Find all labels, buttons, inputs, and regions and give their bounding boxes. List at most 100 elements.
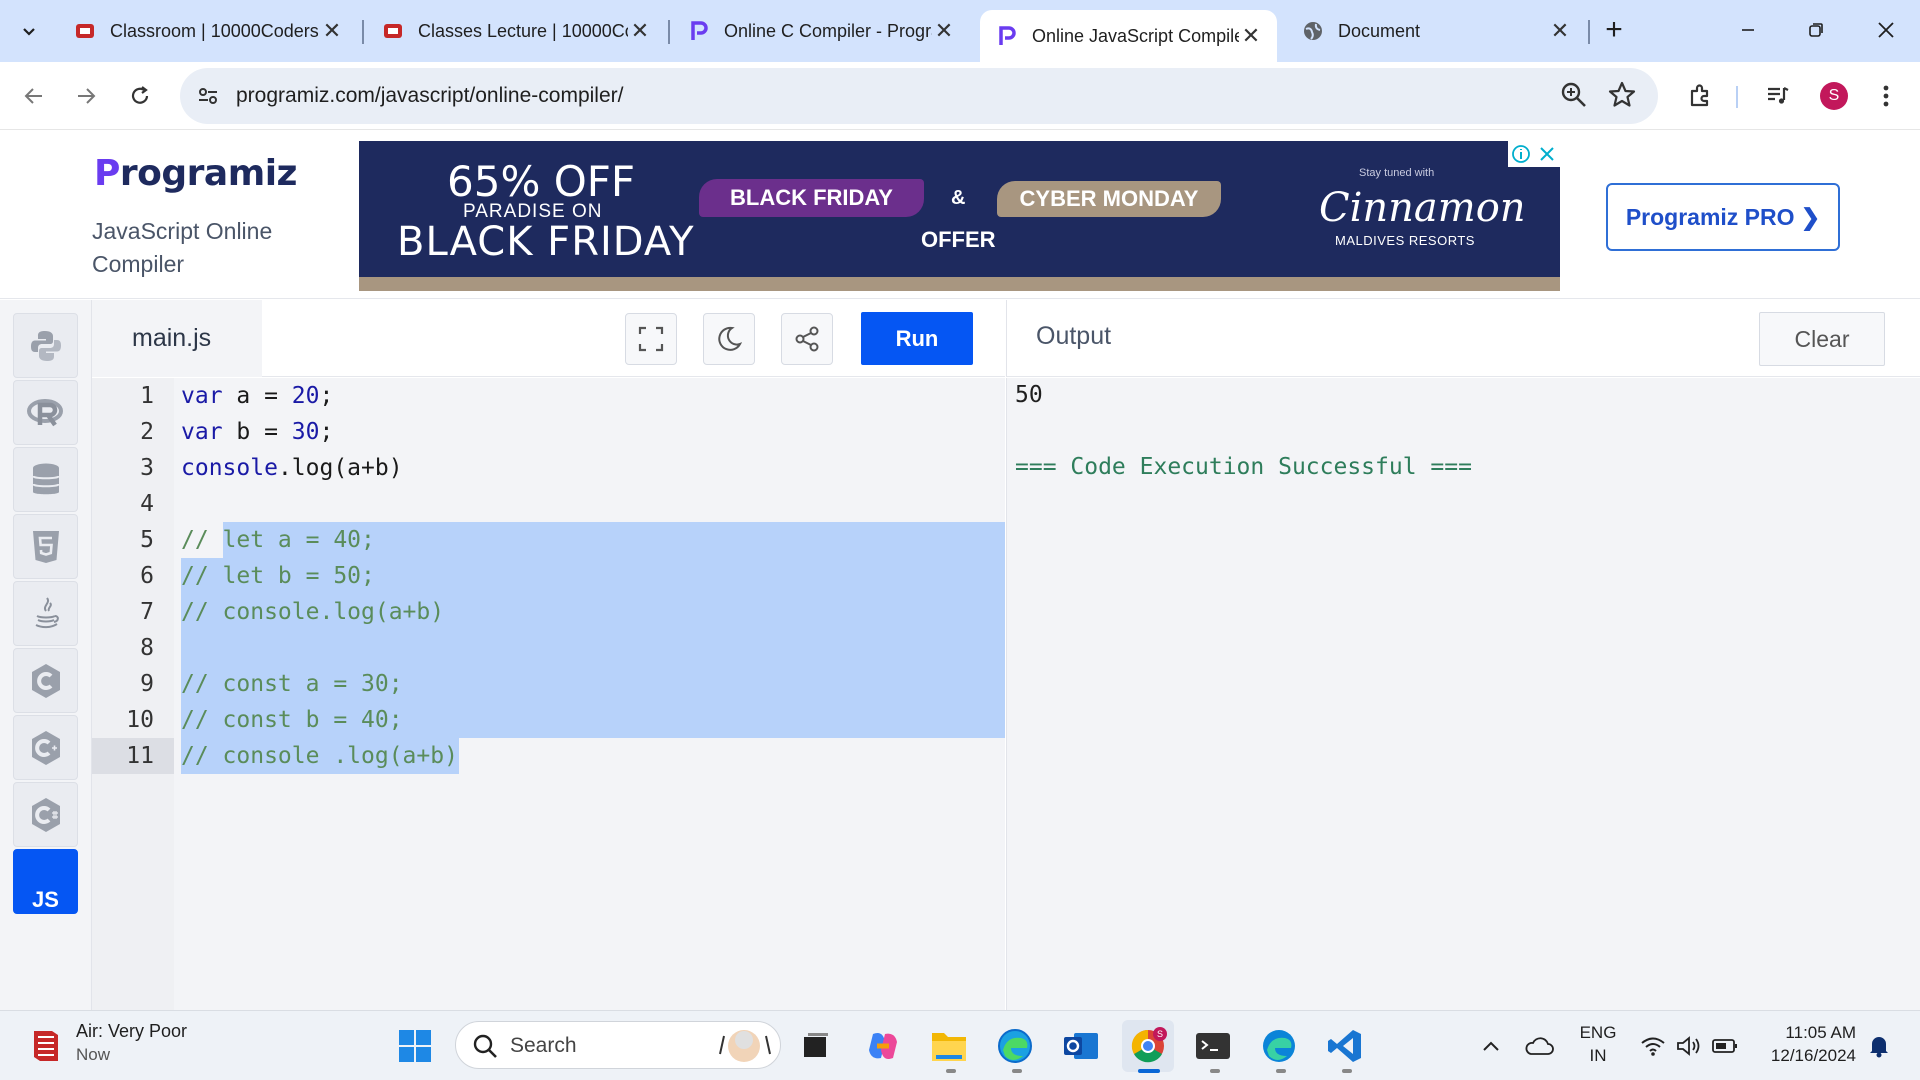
lang-python[interactable] <box>13 313 78 378</box>
clear-button[interactable]: Clear <box>1759 312 1885 366</box>
tab-close-icon[interactable]: ✕ <box>932 19 956 43</box>
speaker-icon <box>1677 1036 1700 1056</box>
minimize-button[interactable] <box>1728 14 1768 46</box>
new-tab-button[interactable]: + <box>1597 14 1631 48</box>
chrome-app[interactable]: S <box>1122 1020 1174 1072</box>
active-indicator <box>1138 1069 1160 1073</box>
fullscreen-button[interactable] <box>625 313 677 365</box>
lang-c[interactable] <box>13 648 78 713</box>
ad-info-icon[interactable] <box>1508 141 1534 167</box>
terminal-app[interactable] <box>1192 1025 1234 1067</box>
browser-tab-document[interactable]: Document ✕ <box>1286 10 1586 52</box>
task-view-icon <box>804 1033 828 1057</box>
site-info-icon[interactable] <box>194 82 222 110</box>
chevron-up-icon <box>1483 1041 1499 1051</box>
vscode-app[interactable] <box>1324 1025 1366 1067</box>
battery-icon <box>1712 1039 1737 1053</box>
tab-close-icon[interactable]: ✕ <box>1239 24 1263 48</box>
c-lang-icon <box>31 663 60 698</box>
start-button[interactable] <box>394 1025 436 1067</box>
more-vert-icon <box>1883 85 1889 107</box>
lang-java[interactable] <box>13 581 78 646</box>
ad-close-icon[interactable] <box>1534 141 1560 167</box>
lang-csharp[interactable] <box>13 782 78 847</box>
moon-icon <box>718 326 743 351</box>
air-quality-icon[interactable] <box>28 1025 64 1065</box>
cloud-icon <box>1525 1037 1554 1055</box>
code-text: var b = 30; <box>181 419 334 445</box>
programiz-logo[interactable]: Programiz <box>94 153 298 194</box>
code-text: // let b = 50; <box>181 563 375 589</box>
tab-divider <box>668 20 670 44</box>
browser-tab-js-compiler[interactable]: Online JavaScript Compiler ✕ <box>980 10 1277 62</box>
windows-logo-icon <box>399 1030 431 1062</box>
tab-close-icon[interactable]: ✕ <box>628 19 652 43</box>
url-text[interactable]: programiz.com/javascript/online-compiler… <box>236 84 623 108</box>
tenthousand-coders-icon <box>74 20 96 42</box>
browser-toolbar: programiz.com/javascript/online-compiler… <box>0 62 1920 130</box>
programiz-pro-button[interactable]: Programiz PRO ❯ <box>1606 183 1840 251</box>
ad-banner[interactable]: 65% OFF PARADISE ON BLACK FRIDAY BLACK F… <box>359 141 1560 291</box>
close-window-button[interactable] <box>1866 14 1906 46</box>
tab-close-icon[interactable]: ✕ <box>320 19 344 43</box>
tab-search-button[interactable] <box>10 12 48 50</box>
file-explorer-app[interactable] <box>928 1025 970 1067</box>
chrome-icon: S <box>1131 1027 1167 1063</box>
share-button[interactable] <box>781 313 833 365</box>
lang-r[interactable] <box>13 380 78 445</box>
line-number: 6 <box>140 563 154 589</box>
input-language-indicator[interactable]: ENG IN <box>1578 1021 1618 1067</box>
taskbar-search[interactable]: Search <box>455 1021 781 1069</box>
bookmark-star-icon[interactable] <box>1608 80 1636 115</box>
zoom-icon[interactable] <box>1560 80 1588 115</box>
tab-divider <box>1588 20 1590 44</box>
browser-menu-button[interactable] <box>1866 76 1906 116</box>
profile-avatar[interactable]: S <box>1820 82 1848 110</box>
lang-html[interactable] <box>13 514 78 579</box>
browser-tab-classroom[interactable]: Classroom | 10000Coders ✕ <box>58 10 358 52</box>
puzzle-icon <box>1690 84 1709 107</box>
reload-button[interactable] <box>120 76 160 116</box>
wifi-icon <box>1641 1037 1665 1056</box>
close-icon <box>1878 22 1894 38</box>
weather-title[interactable]: Air: Very Poor <box>76 1021 187 1042</box>
battery-button[interactable] <box>1704 1025 1746 1067</box>
output-header: Output Clear <box>1006 300 1920 377</box>
tab-close-icon[interactable]: ✕ <box>1548 19 1572 43</box>
clock-date: 12/16/2024 <box>1770 1046 1856 1065</box>
file-tab[interactable]: main.js <box>92 300 262 377</box>
extensions-button[interactable] <box>1680 76 1720 116</box>
notifications-button[interactable] <box>1858 1025 1900 1067</box>
output-status: === Code Execution Successful === <box>1015 454 1472 480</box>
run-button[interactable]: Run <box>861 312 973 365</box>
edge-app[interactable] <box>994 1025 1036 1067</box>
line-number: 9 <box>140 671 154 697</box>
code-editor[interactable]: 1 var a = 20; 2 var b = 30; 3 console.lo… <box>92 378 1005 1010</box>
browser-tab-classes-lecture[interactable]: Classes Lecture | 10000Coders ✕ <box>366 10 666 52</box>
js-label: JS <box>32 886 59 912</box>
address-bar[interactable]: programiz.com/javascript/online-compiler… <box>180 68 1658 124</box>
globe-icon <box>1302 20 1324 42</box>
browser-tab-c-compiler[interactable]: Online C Compiler - Programiz ✕ <box>672 10 970 52</box>
ad-black-friday: BLACK FRIDAY <box>397 219 695 265</box>
task-view-button[interactable] <box>794 1025 836 1067</box>
running-indicator <box>1210 1069 1220 1073</box>
edge-dev-app[interactable] <box>1258 1025 1300 1067</box>
outlook-app[interactable] <box>1060 1025 1102 1067</box>
back-button[interactable] <box>14 76 54 116</box>
running-indicator <box>946 1069 956 1073</box>
onedrive-button[interactable] <box>1518 1025 1560 1067</box>
lang-javascript[interactable]: JS <box>13 849 78 914</box>
taskbar-clock[interactable]: 11:05 AM 12/16/2024 <box>1752 1021 1856 1067</box>
media-controls-button[interactable] <box>1758 76 1798 116</box>
lang-cplusplus[interactable] <box>13 715 78 780</box>
line-number: 4 <box>140 491 154 517</box>
copilot-app[interactable] <box>862 1025 904 1067</box>
forward-button[interactable] <box>66 76 106 116</box>
dark-mode-button[interactable] <box>703 313 755 365</box>
lang-sql[interactable] <box>13 447 78 512</box>
show-hidden-icons-button[interactable] <box>1470 1025 1512 1067</box>
restore-button[interactable] <box>1796 14 1836 46</box>
tab-title: Classes Lecture | 10000Coders <box>418 20 628 41</box>
bell-icon <box>1870 1037 1888 1058</box>
